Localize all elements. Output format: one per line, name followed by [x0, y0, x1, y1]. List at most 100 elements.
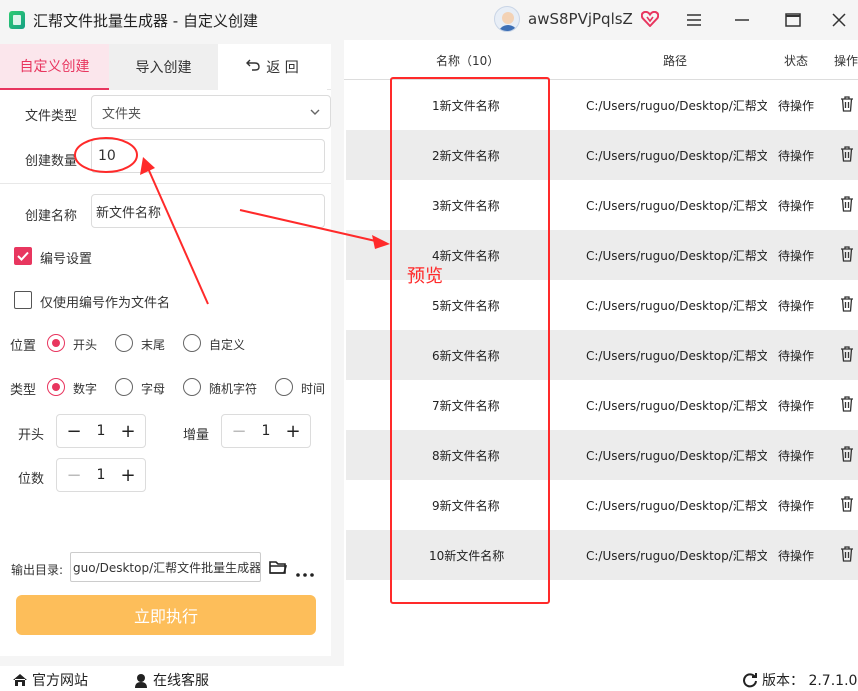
- trash-icon[interactable]: [840, 196, 854, 212]
- row-path: C:/Users/ruguo/Desktop/汇帮文: [586, 99, 767, 113]
- name-label: 创建名称: [25, 209, 78, 224]
- start-label: 开头: [18, 428, 45, 443]
- type-radio-random[interactable]: [183, 378, 201, 396]
- row-name: 7新文件名称: [432, 399, 500, 413]
- table-row[interactable]: 6新文件名称 C:/Users/ruguo/Desktop/汇帮文 待操作: [346, 330, 858, 380]
- home-icon: [13, 674, 27, 686]
- digits-stepper[interactable]: − 1 +: [56, 458, 146, 492]
- row-name: 10新文件名称: [429, 549, 505, 563]
- output-path-input[interactable]: guo/Desktop/汇帮文件批量生成器: [70, 552, 261, 582]
- row-path: C:/Users/ruguo/Desktop/汇帮文: [586, 449, 767, 463]
- trash-icon[interactable]: [840, 346, 854, 362]
- row-path: C:/Users/ruguo/Desktop/汇帮文: [586, 299, 767, 313]
- only-number-checkbox[interactable]: [14, 291, 32, 309]
- position-option-end: 末尾: [141, 338, 166, 352]
- user-area[interactable]: awS8PVjPqlsZ: [494, 6, 659, 32]
- row-status: 待操作: [778, 499, 815, 513]
- type-option-time: 时间: [301, 382, 326, 396]
- table-row[interactable]: 10新文件名称 C:/Users/ruguo/Desktop/汇帮文 待操作: [346, 530, 858, 580]
- run-now-button[interactable]: 立即执行: [16, 595, 316, 635]
- position-radio-end[interactable]: [115, 334, 133, 352]
- row-status: 待操作: [778, 199, 815, 213]
- type-radio-letter[interactable]: [115, 378, 133, 396]
- trash-icon[interactable]: [840, 396, 854, 412]
- trash-icon[interactable]: [840, 296, 854, 312]
- table-row[interactable]: 2新文件名称 C:/Users/ruguo/Desktop/汇帮文 待操作: [346, 130, 858, 180]
- row-path: C:/Users/ruguo/Desktop/汇帮文: [586, 149, 767, 163]
- column-header-name[interactable]: 名称（10）: [436, 52, 499, 69]
- table-row[interactable]: 7新文件名称 C:/Users/ruguo/Desktop/汇帮文 待操作: [346, 380, 858, 430]
- version-label: 版本： 2.7.1.0: [762, 673, 858, 689]
- vip-heart-icon[interactable]: [640, 10, 659, 28]
- table-row[interactable]: 3新文件名称 C:/Users/ruguo/Desktop/汇帮文 待操作: [346, 180, 858, 230]
- table-row[interactable]: 8新文件名称 C:/Users/ruguo/Desktop/汇帮文 待操作: [346, 430, 858, 480]
- trash-icon[interactable]: [840, 96, 854, 112]
- position-radio-start[interactable]: [47, 334, 65, 352]
- row-path: C:/Users/ruguo/Desktop/汇帮文: [586, 499, 767, 513]
- undo-arrow-icon: [246, 59, 260, 75]
- chevron-down-icon: [310, 109, 320, 115]
- support-link[interactable]: 在线客服: [133, 670, 209, 690]
- tab-custom-create[interactable]: 自定义创建: [0, 44, 109, 90]
- divider: [0, 183, 331, 184]
- folder-icon[interactable]: [269, 560, 288, 579]
- increment-stepper[interactable]: − 1 +: [221, 414, 311, 448]
- version-info[interactable]: 版本： 2.7.1.0: [742, 670, 857, 690]
- row-status: 待操作: [778, 149, 815, 163]
- close-icon[interactable]: [827, 8, 851, 32]
- back-button[interactable]: 返 回: [218, 44, 327, 90]
- row-path: C:/Users/ruguo/Desktop/汇帮文: [586, 249, 767, 263]
- column-header-status[interactable]: 状态: [784, 52, 808, 69]
- support-agent-icon: [135, 674, 147, 688]
- increment-increment-button[interactable]: +: [284, 421, 302, 442]
- row-name: 5新文件名称: [432, 299, 500, 313]
- name-input[interactable]: 新文件名称: [91, 194, 325, 228]
- row-name: 6新文件名称: [432, 349, 500, 363]
- column-header-path[interactable]: 路径: [663, 52, 687, 69]
- increment-label: 增量: [183, 428, 210, 443]
- increment-decrement-button[interactable]: −: [230, 421, 248, 442]
- website-label: 官方网站: [32, 673, 88, 689]
- row-path: C:/Users/ruguo/Desktop/汇帮文: [586, 349, 767, 363]
- trash-icon[interactable]: [840, 146, 854, 162]
- trash-icon[interactable]: [840, 496, 854, 512]
- mode-tabs: 自定义创建 导入创建 返 回: [0, 44, 331, 90]
- avatar[interactable]: [494, 6, 520, 32]
- table-row[interactable]: 9新文件名称 C:/Users/ruguo/Desktop/汇帮文 待操作: [346, 480, 858, 530]
- trash-icon[interactable]: [840, 246, 854, 262]
- file-type-label: 文件类型: [25, 109, 78, 124]
- trash-icon[interactable]: [840, 546, 854, 562]
- check-icon: [17, 251, 29, 261]
- start-increment-button[interactable]: +: [119, 421, 137, 442]
- back-label: 返 回: [266, 60, 299, 76]
- type-radio-time[interactable]: [275, 378, 293, 396]
- start-stepper[interactable]: − 1 +: [56, 414, 146, 448]
- row-path: C:/Users/ruguo/Desktop/汇帮文: [586, 199, 767, 213]
- output-label: 输出目录:: [11, 563, 64, 577]
- start-decrement-button[interactable]: −: [65, 421, 83, 442]
- position-radio-custom[interactable]: [183, 334, 201, 352]
- table-row[interactable]: 1新文件名称 C:/Users/ruguo/Desktop/汇帮文 待操作: [346, 80, 858, 130]
- table-header: 名称（10） 路径 状态 操作: [344, 40, 858, 80]
- type-radio-number[interactable]: [47, 378, 65, 396]
- maximize-icon[interactable]: [781, 8, 805, 32]
- file-type-select[interactable]: 文件夹: [91, 95, 331, 129]
- title-bar: 汇帮文件批量生成器 - 自定义创建 awS8PVjPqlsZ: [0, 0, 858, 40]
- count-input[interactable]: 10: [91, 139, 325, 173]
- digits-increment-button[interactable]: +: [119, 465, 137, 486]
- preview-annotation-label: 预览: [407, 266, 443, 287]
- position-label: 位置: [10, 339, 37, 354]
- row-path: C:/Users/ruguo/Desktop/汇帮文: [586, 399, 767, 413]
- type-option-letter: 字母: [141, 382, 166, 396]
- menu-icon[interactable]: [682, 8, 706, 32]
- preview-table: 名称（10） 路径 状态 操作 1新文件名称 C:/Users/ruguo/Des…: [344, 40, 858, 666]
- type-label: 类型: [10, 383, 37, 398]
- website-link[interactable]: 官方网站: [12, 670, 88, 690]
- more-options-icon[interactable]: [296, 566, 314, 581]
- tab-import-create[interactable]: 导入创建: [109, 44, 218, 90]
- digits-decrement-button[interactable]: −: [65, 465, 83, 486]
- minimize-icon[interactable]: [730, 8, 754, 32]
- only-number-label: 仅使用编号作为文件名: [40, 296, 171, 311]
- trash-icon[interactable]: [840, 446, 854, 462]
- numbering-checkbox[interactable]: [14, 247, 32, 265]
